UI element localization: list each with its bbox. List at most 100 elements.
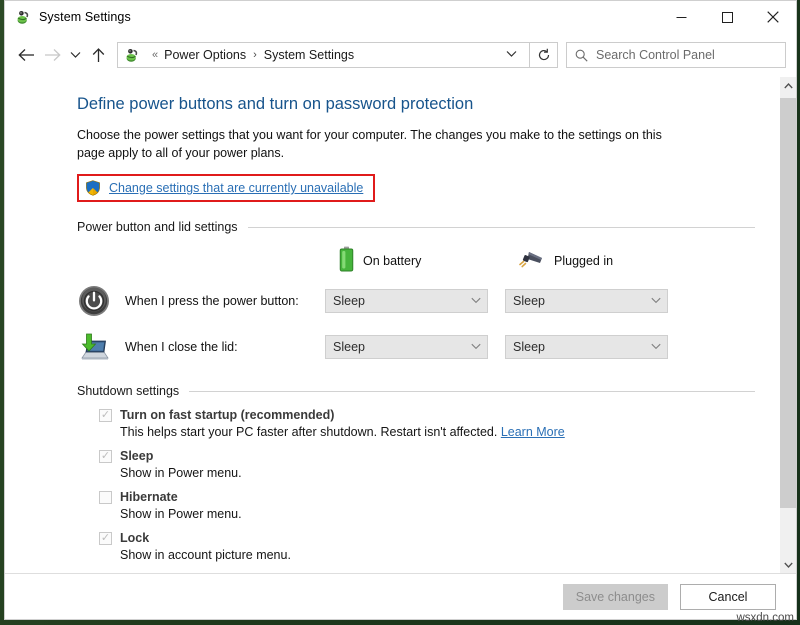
breadcrumb-dropdown-icon[interactable]: [498, 49, 525, 61]
checkbox-lock[interactable]: ✓: [99, 532, 112, 545]
scroll-up-button[interactable]: [780, 77, 796, 94]
checkmark-icon: ✓: [101, 451, 110, 462]
column-plugged-in: Plugged in: [519, 248, 699, 275]
chevron-down-icon: [651, 296, 661, 307]
minimize-button[interactable]: [658, 1, 704, 33]
breadcrumb-bar[interactable]: « Power Options › System Settings: [117, 42, 530, 68]
chevron-down-icon: [651, 342, 661, 353]
breadcrumb-power-options[interactable]: Power Options: [164, 48, 246, 62]
section-header-shutdown-settings: Shutdown settings: [77, 384, 755, 398]
search-control-panel-box[interactable]: Search Control Panel: [566, 42, 786, 68]
checkmark-icon: ✓: [101, 533, 110, 544]
sleep-label: Sleep: [120, 449, 153, 463]
maximize-icon: [722, 12, 733, 23]
change-settings-highlight-box: Change settings that are currently unava…: [77, 174, 375, 202]
dialog-footer: Save changes Cancel: [5, 573, 796, 619]
window-title: System Settings: [39, 10, 131, 24]
fast-startup-description: This helps start your PC faster after sh…: [77, 425, 755, 439]
up-arrow-icon: [92, 48, 105, 63]
watermark: wsxdn.com: [736, 612, 794, 624]
refresh-button[interactable]: [530, 42, 558, 68]
search-icon: [575, 49, 588, 62]
selected-value: Sleep: [333, 294, 471, 308]
forward-arrow-icon: [44, 48, 61, 62]
back-arrow-icon: [18, 48, 35, 62]
checkbox-sleep[interactable]: ✓: [99, 450, 112, 463]
power-source-column-headers: On battery Plugged in: [77, 248, 755, 274]
close-button[interactable]: [750, 1, 796, 33]
content-area: Define power buttons and turn on passwor…: [5, 77, 796, 573]
back-button[interactable]: [13, 42, 39, 68]
section-header-power-button-and-lid: Power button and lid settings: [77, 220, 755, 234]
system-settings-window: System Settings: [4, 0, 797, 620]
power-plug-icon: [519, 248, 545, 275]
lock-label: Lock: [120, 531, 149, 545]
chevron-down-icon: [471, 342, 481, 353]
selected-value: Sleep: [513, 340, 651, 354]
section-title: Shutdown settings: [77, 384, 179, 398]
learn-more-link[interactable]: Learn More: [501, 425, 565, 439]
section-divider: [248, 227, 755, 228]
checkbox-row-lock[interactable]: ✓ Lock: [77, 531, 755, 545]
description-text: This helps start your PC faster after sh…: [120, 425, 497, 439]
lock-description: Show in account picture menu.: [77, 548, 755, 562]
section-divider: [189, 391, 755, 392]
checkmark-icon: ✓: [101, 410, 110, 421]
section-title: Power button and lid settings: [77, 220, 238, 234]
page-title: Define power buttons and turn on passwor…: [77, 95, 755, 114]
forward-button[interactable]: [39, 42, 65, 68]
change-settings-link[interactable]: Change settings that are currently unava…: [109, 181, 363, 195]
refresh-icon: [537, 48, 551, 62]
row-close-lid: When I close the lid: Sleep Sleep: [77, 328, 755, 366]
selected-value: Sleep: [513, 294, 651, 308]
settings-content: Define power buttons and turn on passwor…: [5, 77, 779, 573]
selected-value: Sleep: [333, 340, 471, 354]
close-icon: [767, 11, 779, 23]
save-changes-button[interactable]: Save changes: [563, 584, 668, 610]
title-bar: System Settings: [5, 1, 796, 33]
checkbox-row-hibernate[interactable]: Hibernate: [77, 490, 755, 504]
checkbox-fast-startup[interactable]: ✓: [99, 409, 112, 422]
power-button-label: When I press the power button:: [111, 294, 325, 308]
row-power-button: When I press the power button: Sleep Sle…: [77, 282, 755, 320]
chevron-down-icon: [471, 296, 481, 307]
checkbox-row-fast-startup[interactable]: ✓ Turn on fast startup (recommended): [77, 408, 755, 422]
up-one-level-button[interactable]: [85, 42, 111, 68]
close-lid-label: When I close the lid:: [111, 340, 325, 354]
uac-shield-icon: [85, 180, 101, 196]
vertical-scrollbar[interactable]: [779, 77, 796, 573]
recent-locations-button[interactable]: [65, 42, 85, 68]
power-button-on-battery-select[interactable]: Sleep: [325, 289, 488, 313]
scrollbar-thumb[interactable]: [780, 98, 796, 508]
cancel-button[interactable]: Cancel: [680, 584, 776, 610]
on-battery-label: On battery: [363, 254, 421, 268]
checkbox-row-sleep[interactable]: ✓ Sleep: [77, 449, 755, 463]
column-on-battery: On battery: [339, 246, 519, 277]
hibernate-description: Show in Power menu.: [77, 507, 755, 521]
scroll-down-button[interactable]: [780, 556, 796, 573]
breadcrumb-separator: ›: [253, 49, 257, 61]
close-lid-on-battery-select[interactable]: Sleep: [325, 335, 488, 359]
checkbox-hibernate[interactable]: [99, 491, 112, 504]
fast-startup-label: Turn on fast startup (recommended): [120, 408, 334, 422]
chevron-down-icon: [70, 51, 81, 59]
close-lid-plugged-in-select[interactable]: Sleep: [505, 335, 668, 359]
sleep-description: Show in Power menu.: [77, 466, 755, 480]
address-bar: « Power Options › System Settings: [5, 33, 796, 77]
window-controls: [658, 1, 796, 33]
laptop-lid-icon: [77, 330, 111, 364]
power-button-icon: [77, 284, 111, 318]
battery-icon: [339, 246, 354, 277]
maximize-button[interactable]: [704, 1, 750, 33]
power-button-plugged-in-select[interactable]: Sleep: [505, 289, 668, 313]
breadcrumb-overflow[interactable]: «: [152, 49, 158, 61]
minimize-icon: [676, 12, 687, 23]
power-options-icon: [15, 9, 31, 25]
hibernate-label: Hibernate: [120, 490, 178, 504]
power-options-icon: [124, 47, 140, 63]
scrollbar-track[interactable]: [780, 94, 796, 556]
intro-text: Choose the power settings that you want …: [77, 126, 667, 162]
plugged-in-label: Plugged in: [554, 254, 613, 268]
breadcrumb-system-settings[interactable]: System Settings: [264, 48, 354, 62]
search-input[interactable]: Search Control Panel: [596, 48, 715, 62]
